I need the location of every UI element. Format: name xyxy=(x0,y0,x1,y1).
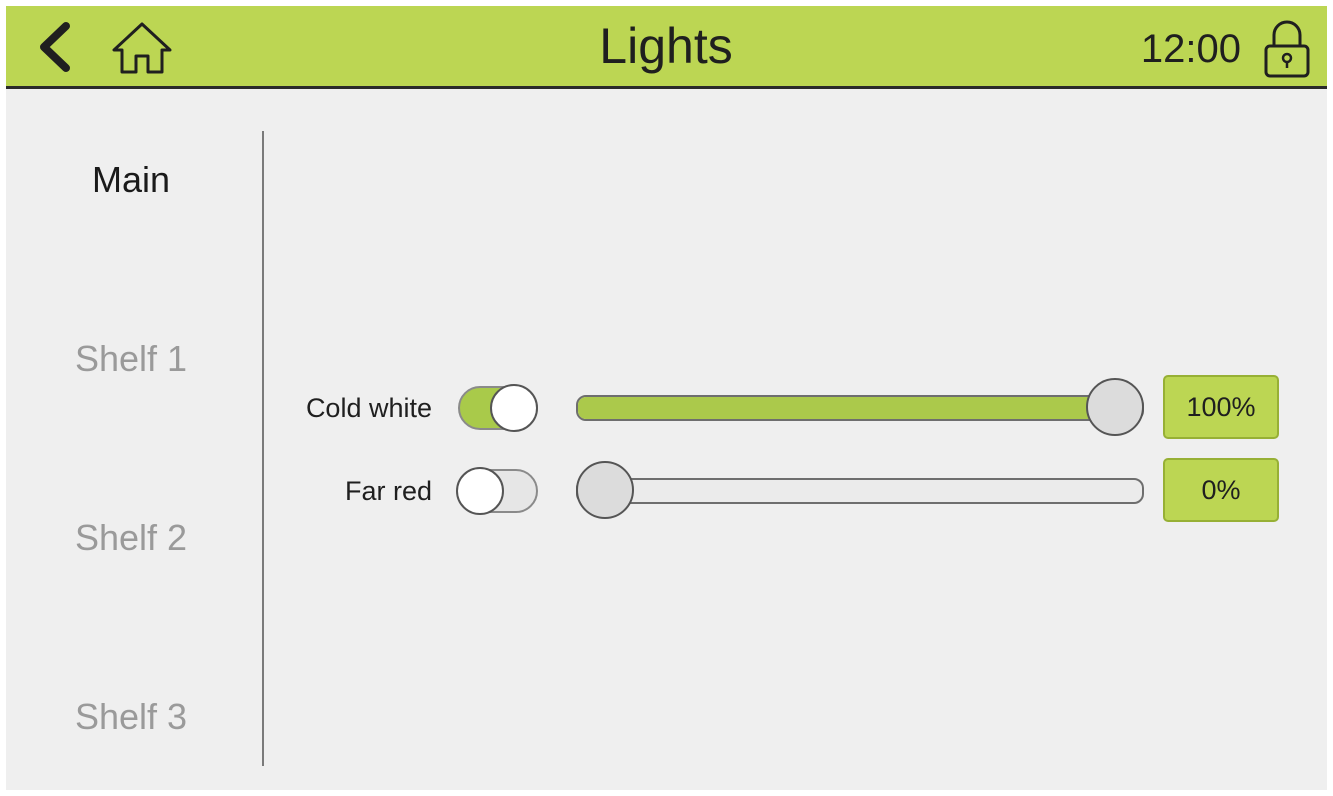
slider-thumb[interactable] xyxy=(576,461,634,519)
slider-fill xyxy=(578,397,1117,419)
channel-label-cold-white: Cold white xyxy=(305,393,432,423)
far-red-toggle[interactable] xyxy=(456,467,538,515)
home-button[interactable] xyxy=(110,18,174,78)
sidebar-item-shelf-1[interactable]: Shelf 1 xyxy=(6,337,256,381)
far-red-value[interactable]: 0% xyxy=(1163,458,1279,522)
screen: Lights 12:00 Main Shelf 1 Shelf 2 Shelf … xyxy=(6,6,1327,790)
lock-button[interactable] xyxy=(1261,18,1313,80)
cold-white-slider[interactable] xyxy=(576,378,1144,436)
cold-white-toggle[interactable] xyxy=(458,384,538,432)
back-button[interactable] xyxy=(32,20,82,74)
slider-rail xyxy=(576,395,1144,421)
sidebar-item-shelf-3[interactable]: Shelf 3 xyxy=(6,695,256,739)
sidebar-divider xyxy=(262,131,264,766)
far-red-slider[interactable] xyxy=(576,461,1144,519)
lock-icon xyxy=(1264,20,1310,78)
sidebar-item-shelf-2[interactable]: Shelf 2 xyxy=(6,516,256,560)
sidebar-item-main[interactable]: Main xyxy=(6,158,256,202)
page-title: Lights xyxy=(599,18,733,74)
channel-label-far-red: Far red xyxy=(344,476,432,506)
header-bar: Lights 12:00 xyxy=(6,6,1327,89)
slider-thumb[interactable] xyxy=(1086,378,1144,436)
slider-rail xyxy=(576,478,1144,504)
cold-white-value[interactable]: 100% xyxy=(1163,375,1279,439)
toggle-knob xyxy=(456,467,504,515)
chevron-left-icon xyxy=(40,22,70,72)
clock-time: 12:00 xyxy=(1140,27,1241,71)
home-icon xyxy=(112,22,172,74)
toggle-knob xyxy=(490,384,538,432)
